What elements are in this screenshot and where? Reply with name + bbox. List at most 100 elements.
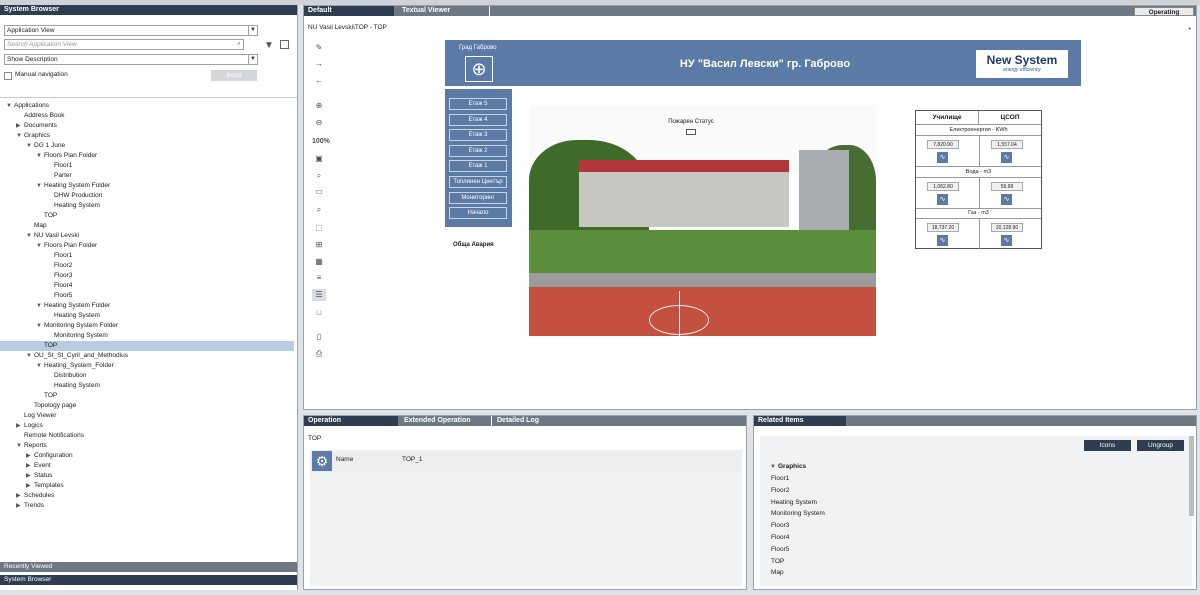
trend-chart-icon[interactable]: ∿	[937, 152, 948, 163]
nav-button[interactable]: Етаж 2	[449, 144, 507, 157]
tree-item[interactable]: DHW Production	[0, 191, 294, 201]
cart-icon[interactable]: ⊔	[312, 307, 326, 319]
tree-item[interactable]: ▼ Floors Plan Folder	[0, 151, 294, 161]
tab-textual-viewer[interactable]: Textual Viewer	[398, 6, 490, 16]
nav-button[interactable]: Етаж 5	[449, 98, 507, 110]
system-browser-footer[interactable]: System Browser	[0, 575, 297, 585]
mode-indicator[interactable]: Operating	[1134, 7, 1194, 16]
tree-item[interactable]: Floor1	[0, 251, 294, 261]
triangle-right-icon[interactable]: ▶	[16, 501, 24, 511]
nav-button[interactable]: Етаж 4	[449, 113, 507, 126]
triangle-down-icon[interactable]: ▼	[36, 241, 44, 251]
forward-arrow-icon[interactable]: →	[312, 58, 326, 70]
related-item[interactable]: Monitoring System	[771, 508, 825, 519]
icons-button[interactable]: Icons	[1084, 440, 1131, 451]
tree-item[interactable]: ▶ Templates	[0, 481, 294, 491]
tree-item[interactable]: ▶ Status	[0, 471, 294, 481]
tree-item[interactable]: ▶ Configuration	[0, 451, 294, 461]
tree-item[interactable]: ▼ NU Vasil Levski	[0, 231, 294, 241]
triangle-right-icon[interactable]: ▶	[26, 461, 34, 471]
triangle-right-icon[interactable]: ▶	[16, 491, 24, 501]
tree-item[interactable]: Log Viewer	[0, 411, 294, 421]
related-item[interactable]: Floor1	[771, 473, 789, 484]
document-icon[interactable]: ▯	[312, 331, 326, 343]
manual-nav-checkbox[interactable]	[4, 72, 12, 80]
related-item[interactable]: Floor4	[771, 532, 789, 543]
view-select[interactable]: Application View ▼	[4, 25, 258, 36]
tree-item[interactable]: ▼ Heating System Folder	[0, 181, 294, 191]
tab-extended-operation[interactable]: Extended Operation	[400, 416, 492, 426]
nav-button[interactable]: Етаж 1	[449, 160, 507, 173]
triangle-down-icon[interactable]: ▼	[26, 141, 34, 151]
triangle-down-icon[interactable]: ▼	[16, 441, 24, 451]
fire-status-indicator[interactable]	[686, 129, 696, 135]
tab-default[interactable]: Default	[304, 6, 394, 16]
tree-item[interactable]: Distribution	[0, 371, 294, 381]
search-icon[interactable]: ⌕	[234, 40, 243, 49]
triangle-down-icon[interactable]: ▼	[16, 131, 24, 141]
triangle-down-icon[interactable]: ▼	[26, 351, 34, 361]
search-input[interactable]: Search Application View ⌕	[4, 39, 244, 50]
pin-icon[interactable]: •	[1189, 26, 1191, 33]
trend-chart-icon[interactable]: ∿	[1001, 235, 1012, 247]
tab-related-items[interactable]: Related Items	[754, 416, 846, 426]
related-item[interactable]: Heating System	[771, 497, 817, 508]
triangle-down-icon[interactable]: ▼	[36, 301, 44, 311]
tree-item[interactable]: ▼ Reports	[0, 441, 294, 451]
tab-detailed-log[interactable]: Detailed Log	[493, 416, 581, 426]
tree-item[interactable]: ▶ Logics	[0, 421, 294, 431]
graphics-group[interactable]: ▼ Graphics	[770, 463, 806, 470]
tree-item[interactable]: Floor2	[0, 261, 294, 271]
triangle-right-icon[interactable]: ▶	[26, 481, 34, 491]
tree-item[interactable]: Remote Notifications	[0, 431, 294, 441]
scrollbar[interactable]	[1189, 436, 1194, 516]
zoom-out-icon[interactable]: ⊖	[312, 117, 326, 129]
triangle-down-icon[interactable]: ▼	[36, 181, 44, 191]
tree-item[interactable]: Heating System	[0, 381, 294, 391]
zoom-select-icon[interactable]: ⌕	[312, 204, 326, 216]
tree-item[interactable]: Floor5	[0, 291, 294, 301]
tree-item[interactable]: Floor3	[0, 271, 294, 281]
lines-icon[interactable]: ≡	[312, 272, 326, 284]
tree-item[interactable]: ▼ Heating System Folder	[0, 301, 294, 311]
tree-item[interactable]: Parter	[0, 171, 294, 181]
triangle-down-icon[interactable]: ▼	[36, 151, 44, 161]
tree-item[interactable]: Floor1	[0, 161, 294, 171]
tree-item[interactable]: TOP	[0, 211, 294, 221]
trend-chart-icon[interactable]: ∿	[937, 193, 948, 205]
tree-item[interactable]: ▼ Heating_System_Folder	[0, 361, 294, 371]
tab-operation[interactable]: Operation	[304, 416, 398, 426]
print-icon[interactable]: ⎙	[312, 348, 326, 360]
zoom-in-icon[interactable]: ⊕	[312, 100, 326, 112]
tree-item[interactable]: ▼ Applications	[0, 101, 294, 111]
tree-item[interactable]: TOP	[0, 341, 294, 351]
tree-item[interactable]: ▶ Trends	[0, 501, 294, 511]
triangle-down-icon[interactable]: ▼	[26, 231, 34, 241]
tree-item[interactable]: ▶ Schedules	[0, 491, 294, 501]
trend-chart-icon[interactable]: ∿	[1001, 152, 1012, 163]
trend-chart-icon[interactable]: ∿	[937, 235, 948, 247]
pencil-icon[interactable]: ✎	[312, 42, 326, 54]
window-icon[interactable]: ▭	[312, 186, 326, 198]
tree-item[interactable]: ▼ DG 1 June	[0, 141, 294, 151]
nav-button[interactable]: Етаж 3	[449, 129, 507, 142]
triangle-right-icon[interactable]: ▶	[26, 451, 34, 461]
tree-item[interactable]: Topology page	[0, 401, 294, 411]
related-item[interactable]: TOP	[771, 556, 784, 567]
triangle-right-icon[interactable]: ▶	[16, 121, 24, 131]
trend-chart-icon[interactable]: ∿	[1001, 193, 1012, 205]
tree-item[interactable]: ▼ Graphics	[0, 131, 294, 141]
save-icon[interactable]	[280, 40, 289, 49]
triangle-down-icon[interactable]: ▼	[36, 361, 44, 371]
tree-item[interactable]: ▼ Monitoring System Folder	[0, 321, 294, 331]
related-item[interactable]: Map	[771, 567, 784, 578]
nav-button[interactable]: Топлинен Център	[449, 176, 507, 188]
filter-icon[interactable]: ▼	[264, 40, 274, 51]
tree-item[interactable]: Map	[0, 221, 294, 231]
nav-button[interactable]: Начало	[449, 207, 507, 220]
ungroup-button[interactable]: Ungroup	[1137, 440, 1184, 451]
recently-viewed-bar[interactable]: Recently Viewed	[0, 562, 297, 572]
globe-icon[interactable]: ⊕	[465, 56, 493, 82]
zoom-level[interactable]: 100%	[312, 136, 330, 148]
tree-item[interactable]: Heating System	[0, 201, 294, 211]
